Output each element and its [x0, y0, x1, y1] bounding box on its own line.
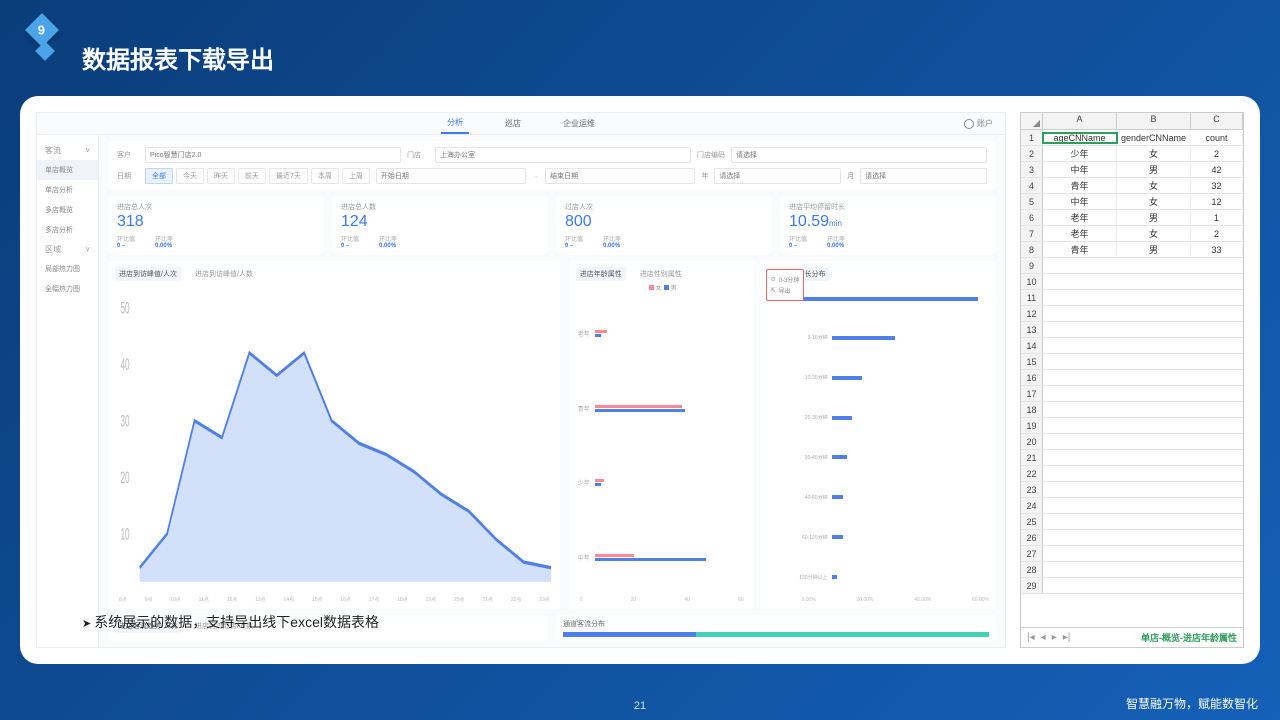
kpi-row: 进店总人次318环比值0 –环比率0.00%进店总人数124环比值0 –环比率0…	[109, 196, 995, 255]
sidebar-item-single-overview[interactable]: 单店概览	[37, 160, 98, 180]
slide-number-badge: 9	[30, 18, 54, 42]
svg-text:50: 50	[120, 298, 129, 317]
top-nav: 分析 巡店 企业运维 账户	[37, 113, 1005, 135]
tagline: 智慧融万物，赋能数智化	[1126, 695, 1258, 712]
tab-patrol[interactable]: 巡店	[499, 114, 527, 133]
sidebar-item-full-heatmap[interactable]: 全幅热力图	[37, 279, 98, 299]
date-yesterday[interactable]: 昨天	[207, 168, 235, 184]
sidebar-item-multi-analysis[interactable]: 多店分析	[37, 220, 98, 240]
tab-gender[interactable]: 进店性别属性	[636, 267, 686, 281]
bullet-text: 系统展示的数据，支持导出线下excel数据表格	[82, 612, 379, 632]
sidebar-group-zone[interactable]: 区域˅	[37, 240, 98, 259]
tab-peak-people[interactable]: 进店到访峰值/人数	[191, 267, 257, 281]
end-date[interactable]: 结束日期	[545, 168, 695, 184]
col-b[interactable]: B	[1117, 113, 1191, 129]
content-area: 分析 巡店 企业运维 账户 客流˅ 单店概览 单店分析 多店概览 多店分析 区域…	[20, 96, 1260, 664]
tab-age[interactable]: 进店年龄属性	[576, 267, 626, 281]
svg-text:30: 30	[120, 411, 129, 430]
col-a[interactable]: A	[1043, 113, 1117, 129]
page-number: 21	[634, 700, 646, 712]
store-select[interactable]: 上海办公室	[435, 147, 691, 163]
sidebar-item-local-heatmap[interactable]: 局部热力图	[37, 259, 98, 279]
sidebar: 客流˅ 单店概览 单店分析 多店概览 多店分析 区域˅ 局部热力图 全幅热力图	[37, 135, 99, 647]
duration-card: 进店停留时长分布 ⊙0-3分钟 ⇱导出 3-10分钟 10-20分钟 20-30	[760, 261, 995, 609]
slide-title: 数据报表下载导出	[82, 40, 274, 75]
month-select[interactable]: 请选择	[860, 168, 987, 184]
decoration-diamond	[35, 41, 55, 61]
start-date[interactable]: 开始日期	[376, 168, 526, 184]
user-icon	[964, 119, 974, 129]
kpi-card: 进店平均停留时长10.59min环比值0 –环比率0.00%	[781, 196, 995, 255]
kpi-card: 进店总人数124环比值0 –环比率0.00%	[333, 196, 547, 255]
area-chart: 50 40 30 20 10	[115, 285, 554, 596]
excel-preview: A B C 1ageCNNamegenderCNNamecount2少年女23中…	[1020, 112, 1244, 648]
select-all-corner[interactable]	[1021, 113, 1043, 129]
sheet-nav[interactable]: |◂◂▸▸|	[1027, 632, 1070, 643]
svg-text:10: 10	[120, 524, 129, 543]
sidebar-item-multi-overview[interactable]: 多店概览	[37, 200, 98, 220]
sheet-tab[interactable]: 单店-概览-进店年龄属性	[1141, 631, 1237, 644]
age-card: 进店年龄属性进店性别属性 女男 老年 青年 少年 中年 0204060	[570, 261, 754, 609]
export-menu[interactable]: ⊙0-3分钟 ⇱导出	[766, 269, 805, 301]
kpi-card: 进店总人次318环比值0 –环比率0.00%	[109, 196, 323, 255]
tab-ops[interactable]: 企业运维	[557, 114, 601, 133]
sidebar-item-single-analysis[interactable]: 单店分析	[37, 180, 98, 200]
svg-text:20: 20	[120, 468, 129, 487]
date-today[interactable]: 今天	[176, 168, 204, 184]
tab-analysis[interactable]: 分析	[441, 113, 469, 134]
date-all[interactable]: 全部	[145, 168, 173, 184]
year-select[interactable]: 请选择	[714, 168, 841, 184]
date-lastweek[interactable]: 上周	[342, 168, 370, 184]
storecode-select[interactable]: 请选择	[731, 147, 987, 163]
sidebar-group-traffic[interactable]: 客流˅	[37, 141, 98, 160]
user-menu[interactable]: 账户	[964, 118, 993, 129]
filter-bar: 客户Pico智慧门店2.0 门店上海办公室 门店编码请选择 日期 全部 今天 昨…	[109, 141, 995, 190]
channel-card: 通道客流分布	[557, 615, 995, 641]
date-before[interactable]: 前天	[238, 168, 266, 184]
kpi-card: 过店人次800环比值0 –环比率0.00%	[557, 196, 771, 255]
date-7days[interactable]: 最近7天	[269, 168, 308, 184]
svg-text:40: 40	[120, 355, 129, 374]
tab-peak-visits[interactable]: 进店到访峰值/人次	[115, 267, 181, 281]
col-c[interactable]: C	[1191, 113, 1243, 129]
visit-peak-card: 进店到访峰值/人次进店到访峰值/人数 5040302010 8点9点10点11点…	[109, 261, 560, 609]
customer-select[interactable]: Pico智慧门店2.0	[145, 147, 401, 163]
date-thisweek[interactable]: 本周	[311, 168, 339, 184]
dashboard-screenshot: 分析 巡店 企业运维 账户 客流˅ 单店概览 单店分析 多店概览 多店分析 区域…	[36, 112, 1006, 648]
